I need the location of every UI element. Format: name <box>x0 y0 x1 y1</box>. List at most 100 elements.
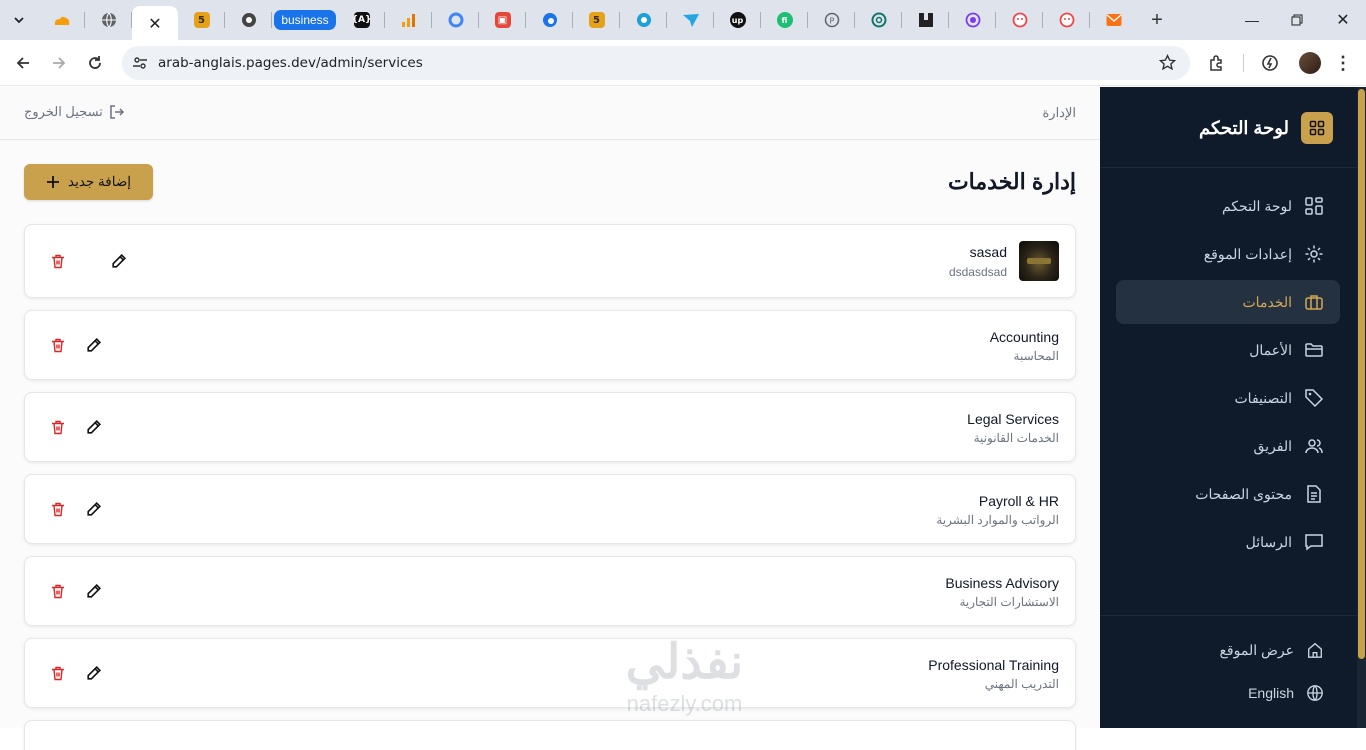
profile-button[interactable] <box>1292 45 1328 81</box>
bookmark-star-icon[interactable] <box>1159 54 1176 71</box>
delete-button[interactable] <box>48 663 68 683</box>
browser-tab[interactable] <box>902 0 949 40</box>
logout-button[interactable]: تسجيل الخروج <box>24 104 125 120</box>
sidebar-item-label: English <box>1248 685 1294 701</box>
fiverr-favicon: fi <box>776 12 793 28</box>
toolbar-divider <box>1243 54 1244 72</box>
folder-icon <box>1305 343 1323 357</box>
browser-tab[interactable]: business <box>272 0 338 40</box>
sidebar-item-label: التصنيفات <box>1234 389 1293 406</box>
service-subtitle: المحاسبة <box>1013 349 1059 363</box>
pencil-icon <box>86 501 101 516</box>
sidebar-view-site[interactable]: عرض الموقع <box>1116 628 1340 672</box>
sidebar-item-site-settings[interactable]: إعدادات الموقع <box>1116 232 1340 276</box>
sidebar-item-categories[interactable]: التصنيفات <box>1116 376 1340 420</box>
service-subtitle: التدريب المهني <box>984 677 1059 691</box>
browser-tab[interactable] <box>996 0 1043 40</box>
browser-tab[interactable] <box>432 0 479 40</box>
site-settings-icon[interactable] <box>132 55 148 71</box>
logout-icon <box>110 105 124 119</box>
back-button[interactable] <box>5 45 41 81</box>
browser-tab[interactable] <box>667 0 714 40</box>
delete-button[interactable] <box>48 335 68 355</box>
browser-tab[interactable] <box>38 0 85 40</box>
browser-tab[interactable]: ▣ <box>479 0 526 40</box>
browser-tab[interactable] <box>85 0 132 40</box>
tab-search-dropdown[interactable] <box>0 0 38 40</box>
sidebar-item-messages[interactable]: الرسائل <box>1116 520 1340 564</box>
restore-button[interactable] <box>1274 0 1320 40</box>
breadcrumb[interactable]: الإدارة <box>1042 105 1076 121</box>
speed-icon <box>1262 55 1278 71</box>
service-card: Legal Services الخدمات القانونية <box>24 392 1076 462</box>
teal-circle-favicon <box>636 13 651 27</box>
scrollbar-thumb[interactable] <box>1358 89 1365 659</box>
browser-tab[interactable] <box>1043 0 1090 40</box>
edit-button[interactable] <box>108 251 128 271</box>
minimize-button[interactable]: — <box>1229 0 1275 40</box>
url-text[interactable]: arab-anglais.pages.dev/admin/services <box>158 55 423 71</box>
edit-button[interactable] <box>83 663 103 683</box>
close-window-button[interactable]: ✕ <box>1320 0 1366 40</box>
browser-tab[interactable] <box>855 0 902 40</box>
service-card: Business Advisory الاستشارات التجارية <box>24 556 1076 626</box>
sidebar-item-label: محتوى الصفحات <box>1195 485 1292 502</box>
mail-favicon <box>1106 14 1121 26</box>
admin-page: تسجيل الخروج الإدارة إدارة الخدمات إضافة… <box>0 87 1366 750</box>
avatar <box>1299 52 1321 74</box>
browser-tab[interactable]: up <box>714 0 761 40</box>
html5-favicon: 5 <box>193 12 210 28</box>
delete-button[interactable] <box>48 499 68 519</box>
browser-tab[interactable]: P <box>808 0 855 40</box>
sidebar-item-team[interactable]: الفريق <box>1116 424 1340 468</box>
service-title: sasad <box>969 244 1007 260</box>
address-bar[interactable]: arab-anglais.pages.dev/admin/services <box>122 46 1190 80</box>
menu-button[interactable]: ⋮ <box>1325 45 1361 81</box>
reload-button[interactable] <box>77 45 113 81</box>
close-icon[interactable]: ✕ <box>148 14 161 33</box>
plus-icon <box>46 176 59 188</box>
browser-tab-active[interactable]: ✕ <box>132 6 178 40</box>
edit-button[interactable] <box>83 581 103 601</box>
extensions-button[interactable] <box>1199 45 1235 81</box>
browser-tab[interactable]: fi <box>761 0 808 40</box>
new-tab-button[interactable]: + <box>1137 0 1177 40</box>
delete-button[interactable] <box>48 417 68 437</box>
service-card <box>24 720 1076 750</box>
service-subtitle: الاستشارات التجارية <box>959 595 1059 609</box>
performance-button[interactable] <box>1252 45 1288 81</box>
forward-button[interactable] <box>41 45 77 81</box>
briefcase-icon <box>1305 295 1323 310</box>
delete-button[interactable] <box>48 581 68 601</box>
browser-tab[interactable]: {A} <box>338 0 385 40</box>
add-new-button[interactable]: إضافة جديد <box>24 164 153 200</box>
trash-icon <box>52 420 64 434</box>
browser-tab[interactable]: 5 <box>178 0 225 40</box>
delete-button[interactable] <box>48 251 68 271</box>
logout-label: تسجيل الخروج <box>24 104 103 119</box>
browser-tab[interactable] <box>1090 0 1137 40</box>
sidebar-language-toggle[interactable]: English <box>1116 671 1340 715</box>
edit-button[interactable] <box>83 335 103 355</box>
browser-tab[interactable] <box>620 0 667 40</box>
reload-icon <box>89 56 101 69</box>
sidebar-item-works[interactable]: الأعمال <box>1116 328 1340 372</box>
sidebar-item-label: إعدادات الموقع <box>1203 245 1292 262</box>
page-scrollbar[interactable] <box>1357 87 1366 728</box>
edit-button[interactable] <box>83 499 103 519</box>
browser-tab[interactable] <box>526 0 573 40</box>
sidebar-brand[interactable]: لوحة التحكم <box>1199 112 1333 144</box>
sidebar-item-page-content[interactable]: محتوى الصفحات <box>1116 472 1340 516</box>
edit-button[interactable] <box>83 417 103 437</box>
service-card: Professional Training التدريب المهني <box>24 638 1076 708</box>
browser-tab[interactable] <box>225 0 272 40</box>
browser-tab[interactable] <box>949 0 996 40</box>
cloud-favicon <box>54 16 69 25</box>
browser-tab[interactable]: 5 <box>573 0 620 40</box>
browser-tab[interactable] <box>385 0 432 40</box>
sidebar-item-dashboard[interactable]: لوحة التحكم <box>1116 184 1340 228</box>
sidebar-item-services[interactable]: الخدمات <box>1116 280 1340 324</box>
message-icon <box>1305 534 1323 551</box>
p-favicon: P <box>824 12 839 28</box>
service-subtitle: dsdasdsad <box>948 265 1007 279</box>
